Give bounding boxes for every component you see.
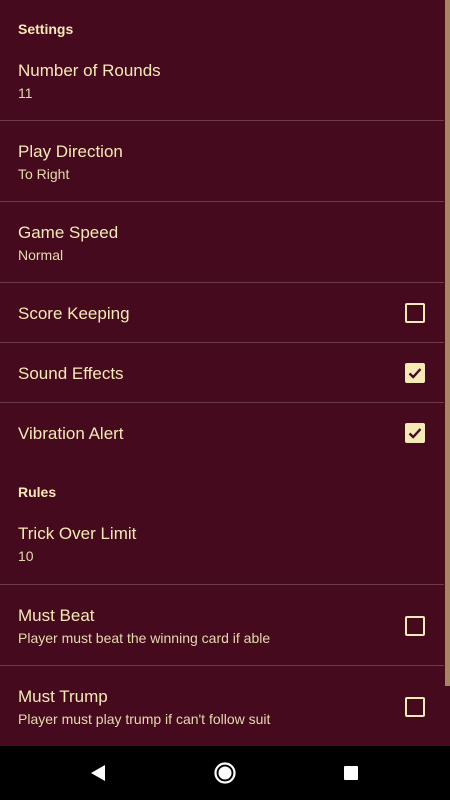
recents-square-icon bbox=[344, 766, 358, 780]
nav-recents-button[interactable] bbox=[321, 746, 381, 800]
screen: Settings Number of Rounds 11 Play Direct… bbox=[0, 0, 450, 800]
must-beat-checkbox[interactable] bbox=[405, 616, 425, 636]
section-header-settings: Settings bbox=[18, 21, 74, 37]
section-header-rules: Rules bbox=[18, 484, 57, 500]
system-nav-bar bbox=[0, 746, 450, 800]
pref-number-of-rounds[interactable]: Number of Rounds 11 bbox=[0, 40, 444, 120]
pref-must-trump[interactable]: Must Trump Player must play trump if can… bbox=[0, 666, 444, 746]
pref-score-keeping[interactable]: Score Keeping bbox=[0, 283, 444, 342]
pref-title: Sound Effects bbox=[18, 364, 124, 383]
pref-summary: Normal bbox=[18, 247, 64, 263]
pref-title: Vibration Alert bbox=[18, 424, 124, 443]
settings-list: Settings Number of Rounds 11 Play Direct… bbox=[0, 0, 444, 746]
pref-title: Play Direction bbox=[18, 142, 123, 161]
pref-play-direction[interactable]: Play Direction To Right bbox=[0, 121, 444, 201]
pref-vibration-alert[interactable]: Vibration Alert bbox=[0, 403, 444, 462]
scrollbar[interactable] bbox=[445, 0, 450, 686]
nav-home-button[interactable] bbox=[195, 746, 255, 800]
score-keeping-checkbox[interactable] bbox=[405, 303, 425, 323]
pref-summary: Player must beat the winning card if abl… bbox=[18, 630, 271, 646]
pref-summary: 10 bbox=[18, 548, 34, 564]
pref-title: Must Trump bbox=[18, 687, 108, 706]
pref-trick-over-limit[interactable]: Trick Over Limit 10 bbox=[0, 503, 444, 583]
nav-back-button[interactable] bbox=[68, 746, 128, 800]
vibration-alert-checkbox[interactable] bbox=[405, 423, 425, 443]
must-trump-checkbox[interactable] bbox=[405, 697, 425, 717]
pref-title: Score Keeping bbox=[18, 304, 130, 323]
pref-sound-effects[interactable]: Sound Effects bbox=[0, 343, 444, 402]
pref-title: Trick Over Limit bbox=[18, 524, 137, 543]
check-icon bbox=[408, 428, 422, 439]
pref-title: Must Beat bbox=[18, 606, 95, 625]
pref-must-beat[interactable]: Must Beat Player must beat the winning c… bbox=[0, 585, 444, 665]
check-icon bbox=[408, 368, 422, 379]
pref-summary: 11 bbox=[18, 85, 33, 101]
sound-effects-checkbox[interactable] bbox=[405, 363, 425, 383]
pref-game-speed[interactable]: Game Speed Normal bbox=[0, 202, 444, 282]
pref-title: Number of Rounds bbox=[18, 61, 161, 80]
pref-title: Game Speed bbox=[18, 223, 119, 242]
pref-summary: To Right bbox=[18, 166, 70, 182]
back-triangle-icon bbox=[91, 765, 105, 781]
home-circle-icon bbox=[214, 762, 236, 784]
pref-summary: Player must play trump if can't follow s… bbox=[18, 711, 271, 727]
